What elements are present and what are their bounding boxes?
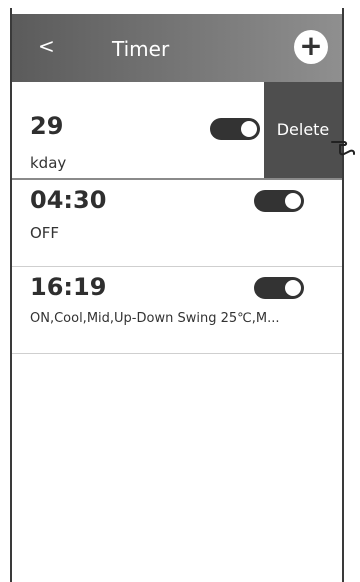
page-title: Timer [112,37,170,61]
timer-toggle[interactable] [254,190,304,212]
timer-mode: OFF [30,224,60,242]
timer-details: ON,Cool,Mid,Up-Down Swing 25℃,M... [30,311,280,326]
phone-screen: < Timer + 29 kday Delete 04:30 OFF 16:19… [10,8,344,582]
hand-pointer-icon [331,141,355,156]
toggle-knob [285,193,301,209]
toggle-knob [285,280,301,296]
timer-time: 04:30 [30,186,107,214]
timer-time: 29 [30,112,64,140]
timer-toggle[interactable] [254,277,304,299]
timer-repeat: kday [30,154,67,172]
timer-row[interactable]: 29 kday Delete [12,82,342,180]
add-timer-button[interactable]: + [294,30,328,64]
timer-row[interactable]: 16:19 ON,Cool,Mid,Up-Down Swing 25℃,M... [12,267,342,354]
back-button[interactable]: < [38,36,55,56]
header-bar: < Timer + [12,14,342,82]
timer-toggle[interactable] [210,118,260,140]
delete-button[interactable]: Delete [264,82,342,178]
timer-time: 16:19 [30,273,107,301]
toggle-knob [241,121,257,137]
timer-list: 29 kday Delete 04:30 OFF 16:19 ON,Cool,M… [12,82,342,354]
timer-row[interactable]: 04:30 OFF [12,180,342,267]
